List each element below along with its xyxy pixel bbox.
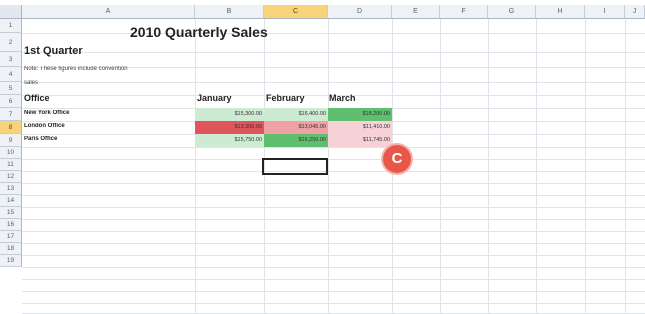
column-header[interactable]: F	[440, 5, 488, 19]
sales-cell[interactable]: $16,400.00	[264, 108, 328, 121]
grid-line	[22, 171, 645, 172]
row-header[interactable]: 2	[0, 33, 22, 52]
row-header[interactable]: 13	[0, 183, 22, 195]
active-cell-selection[interactable]	[262, 158, 328, 175]
spreadsheet: ABCDEFGHIJ 1 2 3 4 5 6 7 8 9 10 11 12 13 14 15 16 17 18 19…	[0, 0, 645, 314]
note-line-1[interactable]: Note: These figures include convention	[24, 66, 194, 75]
sales-cell[interactable]: $13,045.00	[264, 121, 328, 134]
grid-line	[22, 147, 645, 148]
row-header[interactable]: 17	[0, 231, 22, 243]
sales-cell[interactable]: $15,300.00	[195, 108, 264, 121]
grid-line	[22, 279, 645, 280]
grid-line	[22, 82, 645, 83]
grid-line	[625, 19, 626, 313]
sales-cell[interactable]: $13,300.00	[195, 121, 264, 134]
grid-line	[22, 207, 645, 208]
row-header[interactable]: 9	[0, 134, 22, 147]
grid-line	[585, 19, 586, 313]
row-header[interactable]: 16	[0, 219, 22, 231]
grid-line	[328, 19, 329, 313]
row-header[interactable]: 3	[0, 52, 22, 67]
grid-line	[22, 243, 645, 244]
grid-line	[536, 19, 537, 313]
grid-line	[22, 303, 645, 304]
column-header[interactable]: H	[536, 5, 585, 19]
sales-cell[interactable]: $16,250.00	[264, 134, 328, 147]
row-header[interactable]: 12	[0, 171, 22, 183]
month-header-february[interactable]: February	[266, 93, 328, 105]
row-header[interactable]: 8	[0, 121, 22, 134]
sales-cell[interactable]: $11,410.00	[328, 121, 392, 134]
column-header[interactable]: E	[392, 5, 440, 19]
row-header[interactable]: 5	[0, 82, 22, 95]
row-header[interactable]: 6	[0, 95, 22, 108]
grid-line	[22, 219, 645, 220]
sales-cell[interactable]: $11,745.00	[328, 134, 392, 147]
grid-line	[22, 159, 645, 160]
row-header[interactable]: 10	[0, 147, 22, 159]
row-header[interactable]: 14	[0, 195, 22, 207]
row-header[interactable]: 4	[0, 67, 22, 82]
column-header[interactable]: G	[488, 5, 536, 19]
office-name-paris[interactable]: Paris Office	[24, 136, 174, 147]
office-name-new-york[interactable]: New York Office	[24, 110, 174, 121]
column-header[interactable]: A	[22, 5, 195, 19]
sales-cell[interactable]: $15,750.00	[195, 134, 264, 147]
quarter-label[interactable]: 1st Quarter	[24, 45, 174, 59]
grid-line	[22, 255, 645, 256]
column-header[interactable]: B	[195, 5, 264, 19]
row-header[interactable]: 7	[0, 108, 22, 121]
column-header[interactable]: J	[625, 5, 645, 19]
column-header[interactable]: D	[328, 5, 392, 19]
row-header[interactable]: 18	[0, 243, 22, 255]
grid-line	[440, 19, 441, 313]
column-header[interactable]: I	[585, 5, 625, 19]
column-header[interactable]: C	[264, 5, 328, 19]
grid-line	[22, 291, 645, 292]
callout-badge: C	[383, 145, 411, 173]
row-header[interactable]: 11	[0, 159, 22, 171]
grid-line	[22, 183, 645, 184]
grid-line	[195, 19, 196, 313]
grid-line	[22, 267, 645, 268]
month-header-january[interactable]: January	[197, 93, 265, 105]
sales-cell[interactable]: $18,200.00	[328, 108, 392, 121]
note-line-2[interactable]: sales	[24, 80, 84, 89]
row-header[interactable]: 15	[0, 207, 22, 219]
grid-line	[22, 195, 645, 196]
grid-line	[488, 19, 489, 313]
row-header[interactable]: 19	[0, 255, 22, 267]
grid-line	[22, 231, 645, 232]
month-header-march[interactable]: March	[329, 93, 391, 105]
select-all-corner[interactable]	[0, 5, 22, 19]
office-header[interactable]: Office	[24, 93, 104, 105]
grid-line	[22, 33, 645, 34]
row-header[interactable]: 1	[0, 19, 22, 33]
office-name-london[interactable]: London Office	[24, 123, 174, 134]
sheet-title[interactable]: 2010 Quarterly Sales	[130, 24, 330, 42]
